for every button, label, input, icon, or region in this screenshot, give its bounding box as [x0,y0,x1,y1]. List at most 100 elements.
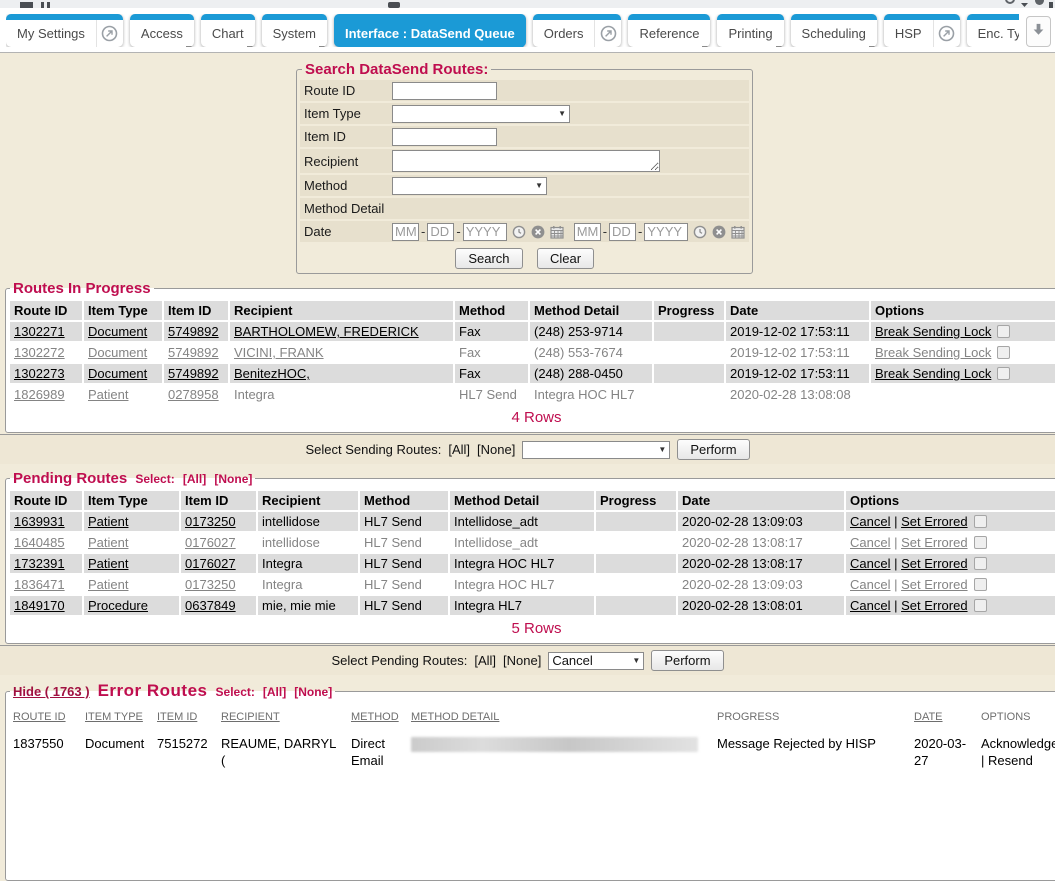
calendar-icon[interactable] [550,225,564,239]
row-checkbox[interactable] [997,346,1010,359]
option-link[interactable]: Set Errored [901,556,967,571]
item-type-link[interactable]: Patient [88,535,128,550]
recipient-link[interactable]: BARTHOLOMEW, FREDERICK [234,324,419,339]
column-header[interactable]: RECIPIENT [218,707,346,725]
item-id-link[interactable]: 5749892 [168,324,219,339]
tab-reference[interactable]: Reference [628,14,710,47]
route-id-link[interactable]: 1302272 [14,345,65,360]
clear-button[interactable]: Clear [537,248,594,269]
method-select[interactable]: ▼ [392,177,547,195]
tab-chart[interactable]: Chart [201,14,255,47]
route-id-link[interactable]: 1836471 [14,577,65,592]
item-type-link[interactable]: Document [88,324,147,339]
option-link[interactable]: Set Errored [901,514,967,529]
popout-icon[interactable] [594,20,621,47]
route-id-link[interactable]: 1302273 [14,366,65,381]
option-link[interactable]: Cancel [850,556,890,571]
sending-action-select[interactable]: ▼ [522,441,670,459]
route-id-link[interactable]: 1640485 [14,535,65,550]
option-link[interactable]: Set Errored [901,535,967,550]
route-id-link[interactable]: 1639931 [14,514,65,529]
tab-orders[interactable]: Orders [533,14,622,47]
select-none-link[interactable]: [None] [214,472,252,486]
option-link[interactable]: Break Sending Lock [875,366,991,381]
recipient-link[interactable]: VICINI, FRANK [234,345,324,360]
item-type-link[interactable]: Procedure [88,598,148,613]
item-type-link[interactable]: Document [88,345,147,360]
popout-icon[interactable] [933,20,960,47]
clock-icon[interactable] [693,225,707,239]
column-header[interactable]: ROUTE ID [10,707,80,725]
route-id-link[interactable]: 1302271 [14,324,65,339]
row-checkbox[interactable] [997,367,1010,380]
clear-date-icon[interactable] [712,225,726,239]
route-id-link[interactable]: 1849170 [14,598,65,613]
date-year-input[interactable] [463,223,507,241]
row-checkbox[interactable] [974,599,987,612]
tab-interface-datasend-queue[interactable]: Interface : DataSend Queue [334,14,526,47]
tab-enc-types[interactable]: Enc. Types [967,14,1019,47]
search-button[interactable]: Search [455,248,522,269]
column-header[interactable]: ITEM ID [154,707,216,725]
option-link[interactable]: Break Sending Lock [875,324,991,339]
tab-scheduling[interactable]: Scheduling [791,14,877,47]
tab-printing[interactable]: Printing [717,14,783,47]
item-type-link[interactable]: Patient [88,387,128,402]
item-type-link[interactable]: Patient [88,577,128,592]
item-type-link[interactable]: Patient [88,514,128,529]
select-none-link[interactable]: [None] [503,653,541,668]
item-id-link[interactable]: 0176027 [185,556,236,571]
date-year-input[interactable] [644,223,688,241]
option-link[interactable]: Set Errored [901,598,967,613]
date-month-input[interactable] [574,223,601,241]
item-id-link[interactable]: 0173250 [185,577,236,592]
row-checkbox[interactable] [997,325,1010,338]
row-checkbox[interactable] [974,557,987,570]
item-type-link[interactable]: Patient [88,556,128,571]
route-id-link[interactable]: 1732391 [14,556,65,571]
popout-icon[interactable] [96,20,123,47]
item-id-link[interactable]: 0637849 [185,598,236,613]
option-link[interactable]: Set Errored [901,577,967,592]
clock-icon[interactable] [512,225,526,239]
option-link[interactable]: Cancel [850,535,890,550]
item-id-link[interactable]: 0176027 [185,535,236,550]
route-id-input[interactable] [392,82,497,100]
row-checkbox[interactable] [974,515,987,528]
select-none-link[interactable]: [None] [477,442,515,457]
select-none-link[interactable]: [None] [294,685,332,699]
date-day-input[interactable] [427,223,454,241]
calendar-icon[interactable] [731,225,745,239]
option-link[interactable]: Cancel [850,577,890,592]
option-link[interactable]: Cancel [850,598,890,613]
column-header[interactable]: DATE [911,707,976,725]
column-header[interactable]: ITEM TYPE [82,707,152,725]
date-day-input[interactable] [609,223,636,241]
select-all-link[interactable]: [All] [263,685,286,699]
recipient-link[interactable]: BenitezHOC, [234,366,310,381]
item-id-link[interactable]: 5749892 [168,366,219,381]
date-month-input[interactable] [392,223,419,241]
select-all-link[interactable]: [All] [448,442,470,457]
pending-action-select[interactable]: Cancel ▼ [548,652,644,670]
recipient-input[interactable] [392,150,660,172]
row-checkbox[interactable] [974,536,987,549]
tab-overflow-button[interactable] [1026,16,1051,47]
option-link[interactable]: Break Sending Lock [875,345,991,360]
hide-error-routes-link[interactable]: Hide ( 1763 ) [13,684,90,699]
tab-hsp[interactable]: HSP [884,14,960,47]
column-header[interactable]: METHOD DETAIL [408,707,712,725]
item-id-link[interactable]: 0173250 [185,514,236,529]
column-header[interactable]: METHOD [348,707,406,725]
route-id-link[interactable]: 1826989 [14,387,65,402]
item-id-input[interactable] [392,128,497,146]
select-all-link[interactable]: [All] [183,472,206,486]
row-checkbox[interactable] [974,578,987,591]
tab-access[interactable]: Access [130,14,194,47]
item-id-link[interactable]: 0278958 [168,387,219,402]
option-link[interactable]: Cancel [850,514,890,529]
select-all-link[interactable]: [All] [474,653,496,668]
tab-system[interactable]: System [262,14,327,47]
clear-date-icon[interactable] [531,225,545,239]
perform-pending-button[interactable]: Perform [651,650,723,671]
